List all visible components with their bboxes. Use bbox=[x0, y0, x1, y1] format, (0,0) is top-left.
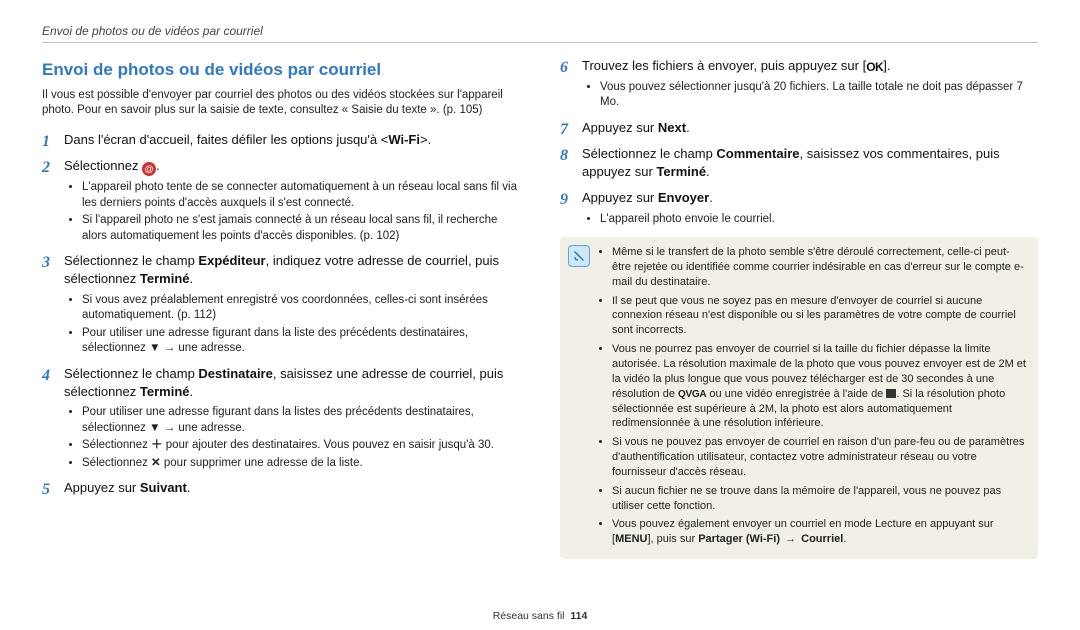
intro-page-ref: (p. 105) bbox=[443, 104, 483, 116]
step-main-text: Sélectionnez le champ Expéditeur, indiqu… bbox=[64, 252, 520, 288]
sub-bullets: L'appareil photo tente de se connecter a… bbox=[64, 180, 520, 244]
sub-bullets: Si vous avez préalablement enregistré vo… bbox=[64, 293, 520, 357]
chevron-down-icon: ▼ bbox=[149, 422, 160, 434]
running-header: Envoi de photos ou de vidéos par courrie… bbox=[42, 24, 1038, 43]
intro-text: Il vous est possible d'envoyer par courr… bbox=[42, 89, 503, 117]
note-icon-container bbox=[568, 245, 590, 551]
ok-button-glyph: OK bbox=[866, 59, 883, 76]
step-main-text: Dans l'écran d'accueil, faites défiler l… bbox=[64, 131, 520, 149]
menu-button-glyph: MENU bbox=[615, 533, 647, 545]
sub-bullets: Pour utiliser une adresse figurant dans … bbox=[64, 405, 520, 471]
footer-page-number: 114 bbox=[570, 610, 587, 622]
steps-list-left: Dans l'écran d'accueil, faites défiler l… bbox=[42, 131, 520, 497]
note-box: Même si le transfert de la photo semble … bbox=[560, 237, 1038, 559]
bullet-item: L'appareil photo envoie le courriel. bbox=[600, 212, 1038, 228]
bullet-item: Pour utiliser une adresse figurant dans … bbox=[82, 405, 520, 436]
bullet-item: Si l'appareil photo ne s'est jamais conn… bbox=[82, 213, 520, 244]
step-item: Sélectionnez le champ Commentaire, saisi… bbox=[560, 145, 1038, 181]
step-main-text: Sélectionnez le champ Destinataire, sais… bbox=[64, 365, 520, 401]
footer-label: Réseau sans fil bbox=[493, 610, 565, 622]
qvga-label: QVGA bbox=[678, 389, 706, 400]
left-column: Envoi de photos ou de vidéos par courrie… bbox=[42, 57, 520, 559]
note-list: Même si le transfert de la photo semble … bbox=[596, 245, 1028, 551]
step-item: Sélectionnez @. L'appareil photo tente de… bbox=[42, 157, 520, 244]
note-item: Il se peut que vous ne soyez pas en mesu… bbox=[612, 294, 1028, 339]
right-column: Trouvez les fichiers à envoyer, puis app… bbox=[560, 57, 1038, 559]
bullet-item: Pour utiliser une adresse figurant dans … bbox=[82, 326, 520, 357]
close-icon: ✕ bbox=[151, 457, 161, 469]
section-title: Envoi de photos ou de vidéos par courrie… bbox=[42, 59, 520, 82]
bullet-item: Si vous avez préalablement enregistré vo… bbox=[82, 293, 520, 324]
bullet-item: L'appareil photo tente de se connecter a… bbox=[82, 180, 520, 211]
sub-bullets: Vous pouvez sélectionner jusqu'à 20 fich… bbox=[582, 80, 1038, 111]
note-item: Vous ne pourrez pas envoyer de courriel … bbox=[612, 342, 1028, 431]
steps-list-right: Trouvez les fichiers à envoyer, puis app… bbox=[560, 57, 1038, 227]
step-main-text: Sélectionnez le champ Commentaire, saisi… bbox=[582, 145, 1038, 181]
step-item: Trouvez les fichiers à envoyer, puis app… bbox=[560, 57, 1038, 111]
note-icon bbox=[568, 245, 590, 267]
step-main-text: Appuyez sur Next. bbox=[582, 119, 1038, 137]
step-item: Appuyez sur Next. bbox=[560, 119, 1038, 137]
step-main-text: Trouvez les fichiers à envoyer, puis app… bbox=[582, 57, 1038, 76]
step-item: Appuyez sur Suivant. bbox=[42, 479, 520, 497]
plus-icon: ＋ bbox=[151, 439, 163, 451]
two-column-layout: Envoi de photos ou de vidéos par courrie… bbox=[42, 57, 1038, 559]
step-item: Appuyez sur Envoyer. L'appareil photo env… bbox=[560, 189, 1038, 227]
intro-paragraph: Il vous est possible d'envoyer par courr… bbox=[42, 88, 520, 119]
note-item: Vous pouvez également envoyer un courrie… bbox=[612, 517, 1028, 547]
bullet-item: Sélectionnez ✕ pour supprimer une adress… bbox=[82, 456, 520, 472]
bullet-item: Sélectionnez ＋ pour ajouter des destinat… bbox=[82, 438, 520, 454]
sub-bullets: L'appareil photo envoie le courriel. bbox=[582, 212, 1038, 228]
step-main-text: Appuyez sur Suivant. bbox=[64, 479, 520, 497]
page-footer: Réseau sans fil 114 bbox=[0, 610, 1080, 622]
step-item: Sélectionnez le champ Expéditeur, indiqu… bbox=[42, 252, 520, 356]
note-item: Même si le transfert de la photo semble … bbox=[612, 245, 1028, 290]
film-icon bbox=[886, 389, 896, 398]
step-main-text: Appuyez sur Envoyer. bbox=[582, 189, 1038, 207]
step-item: Dans l'écran d'accueil, faites défiler l… bbox=[42, 131, 520, 149]
step-main-text: Sélectionnez @. bbox=[64, 157, 520, 176]
chevron-down-icon: ▼ bbox=[149, 342, 160, 354]
step-item: Sélectionnez le champ Destinataire, sais… bbox=[42, 365, 520, 471]
note-item: Si aucun fichier ne se trouve dans la mé… bbox=[612, 484, 1028, 514]
email-icon: @ bbox=[142, 162, 156, 176]
note-item: Si vous ne pouvez pas envoyer de courrie… bbox=[612, 435, 1028, 480]
bullet-item: Vous pouvez sélectionner jusqu'à 20 fich… bbox=[600, 80, 1038, 111]
page-root: Envoi de photos ou de vidéos par courrie… bbox=[0, 0, 1080, 630]
